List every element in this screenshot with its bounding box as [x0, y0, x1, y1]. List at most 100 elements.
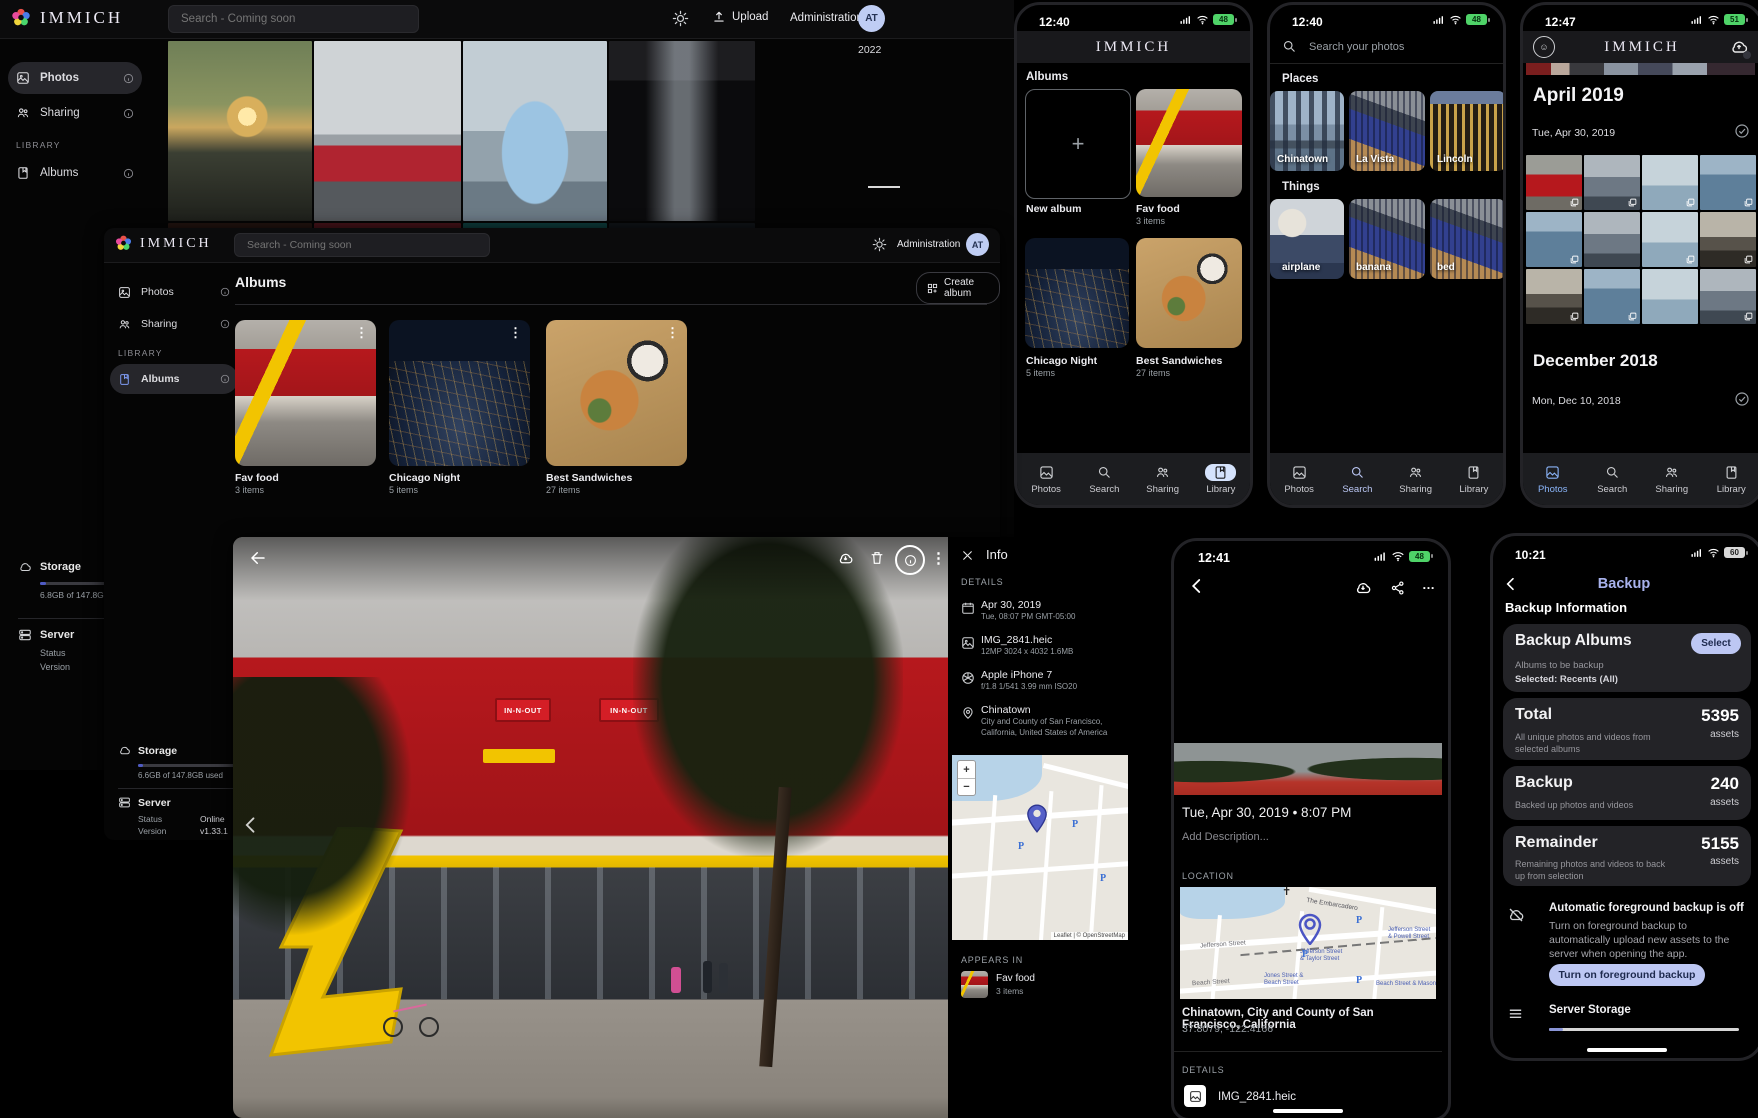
- user-avatar[interactable]: AT: [858, 5, 885, 32]
- back-chevron-icon[interactable]: [1188, 577, 1206, 595]
- nav-photos[interactable]: Photos: [1017, 453, 1075, 505]
- new-album-button[interactable]: +: [1025, 89, 1131, 199]
- place-card-lincoln[interactable]: Lincoln: [1430, 91, 1506, 171]
- info-icon[interactable]: [895, 545, 925, 575]
- album-options-icon[interactable]: ⋮: [355, 326, 368, 339]
- album-name[interactable]: Best Sandwiches: [1136, 355, 1222, 367]
- album-name[interactable]: Chicago Night: [1026, 355, 1097, 367]
- nav-photos[interactable]: Photos: [1270, 453, 1328, 505]
- sidebar-item-photos[interactable]: Photos: [8, 62, 142, 94]
- sidebar-item-photos[interactable]: Photos: [110, 278, 238, 306]
- backup-cloud-icon[interactable]: [1729, 37, 1749, 57]
- previous-photo-icon[interactable]: [241, 815, 261, 835]
- info-icon[interactable]: [123, 73, 134, 84]
- photo-thumbnail[interactable]: [1526, 155, 1582, 210]
- album-name[interactable]: Fav food: [1136, 203, 1180, 215]
- select-button[interactable]: Select: [1691, 633, 1741, 654]
- administration-link[interactable]: Administration: [897, 239, 960, 250]
- info-icon[interactable]: [220, 319, 230, 329]
- search-bar[interactable]: Search your photos: [1282, 39, 1404, 54]
- album-card-fav-food[interactable]: ⋮: [235, 320, 376, 466]
- thing-card-bed[interactable]: bed: [1430, 199, 1506, 279]
- download-cloud-icon[interactable]: [837, 550, 854, 567]
- photo-thumbnail[interactable]: [609, 41, 755, 221]
- close-icon[interactable]: [961, 549, 974, 562]
- place-card-la-vista[interactable]: La Vista: [1349, 91, 1425, 171]
- administration-link[interactable]: Administration: [790, 12, 863, 24]
- album-name[interactable]: Chicago Night: [389, 472, 460, 484]
- check-circle-icon[interactable]: [1734, 391, 1750, 407]
- nav-search[interactable]: Search: [1583, 453, 1643, 505]
- photo-thumbnail[interactable]: [1642, 269, 1698, 324]
- album-card-best-sandwiches[interactable]: [1136, 238, 1242, 348]
- check-circle-icon[interactable]: [1734, 123, 1750, 139]
- upload-button[interactable]: Upload: [712, 10, 768, 24]
- sidebar-item-albums[interactable]: Albums: [110, 364, 238, 394]
- album-card-best-sandwiches[interactable]: ⋮: [546, 320, 687, 466]
- nav-sharing[interactable]: Sharing: [1387, 453, 1445, 505]
- photo-thumbnail[interactable]: [1642, 155, 1698, 210]
- info-icon[interactable]: [123, 108, 134, 119]
- turn-on-foreground-backup-button[interactable]: Turn on foreground backup: [1549, 964, 1705, 986]
- thing-card-banana[interactable]: banana: [1349, 199, 1425, 279]
- map-zoom-controls[interactable]: + −: [957, 760, 976, 796]
- photo-thumbnail[interactable]: [1584, 269, 1640, 324]
- album-card-chicago-night[interactable]: [1025, 238, 1129, 348]
- photo-row-partial[interactable]: [1526, 63, 1755, 75]
- home-indicator[interactable]: [1273, 1109, 1343, 1113]
- user-avatar-icon[interactable]: ☺: [1533, 36, 1555, 58]
- search-input[interactable]: [234, 233, 490, 257]
- nav-sharing[interactable]: Sharing: [1642, 453, 1702, 505]
- photo-thumbnail[interactable]: [1700, 212, 1756, 267]
- appears-in-album-name[interactable]: Fav food: [996, 973, 1035, 984]
- nav-search[interactable]: Search: [1328, 453, 1386, 505]
- more-options-icon[interactable]: ⋮: [931, 551, 946, 566]
- location-map[interactable]: P P P + − Leaflet | © OpenStreetMap: [952, 755, 1128, 940]
- create-album-button[interactable]: Create album: [916, 272, 1000, 304]
- photo-thumbnail[interactable]: [168, 41, 312, 221]
- album-name[interactable]: Fav food: [235, 472, 279, 484]
- album-name[interactable]: Best Sandwiches: [546, 472, 632, 484]
- back-arrow-icon[interactable]: [249, 549, 267, 567]
- description-placeholder[interactable]: Add Description...: [1182, 831, 1269, 843]
- zoom-in-button[interactable]: +: [958, 761, 975, 779]
- info-icon[interactable]: [220, 287, 230, 297]
- immich-logo[interactable]: IMMICH: [10, 7, 123, 29]
- more-options-icon[interactable]: …: [1422, 577, 1435, 592]
- photo-thumbnail[interactable]: [1642, 212, 1698, 267]
- album-card-fav-food[interactable]: [1136, 89, 1242, 197]
- theme-toggle-sun-icon[interactable]: [672, 10, 689, 27]
- info-icon[interactable]: [123, 168, 134, 179]
- sidebar-item-sharing[interactable]: Sharing: [8, 98, 142, 128]
- location-map[interactable]: The Embarcadero Jefferson Street Jeffers…: [1180, 887, 1436, 999]
- photo-thumbnail[interactable]: [1584, 212, 1640, 267]
- nav-photos[interactable]: Photos: [1523, 453, 1583, 505]
- photo-thumbnail[interactable]: [1700, 155, 1756, 210]
- sidebar-item-albums[interactable]: Albums: [8, 158, 142, 188]
- photo-thumbnail[interactable]: [1584, 155, 1640, 210]
- photo-thumbnail[interactable]: [1700, 269, 1756, 324]
- info-icon[interactable]: [220, 374, 230, 384]
- nav-sharing[interactable]: Sharing: [1134, 453, 1192, 505]
- photo-thumbnail[interactable]: [463, 41, 607, 221]
- zoom-out-button[interactable]: −: [958, 779, 975, 795]
- photo-thumbnail[interactable]: [1526, 212, 1582, 267]
- share-icon[interactable]: [1390, 580, 1406, 596]
- download-cloud-icon[interactable]: [1354, 579, 1372, 597]
- thing-card-airplane[interactable]: airplane: [1270, 199, 1344, 279]
- album-card-chicago-night[interactable]: ⋮: [389, 320, 530, 466]
- trash-icon[interactable]: [869, 550, 885, 566]
- immich-logo[interactable]: IMMICH: [114, 234, 212, 253]
- nav-library[interactable]: Library: [1445, 453, 1503, 505]
- photo-thumbnail[interactable]: [1526, 269, 1582, 324]
- nav-search[interactable]: Search: [1075, 453, 1133, 505]
- map-attribution[interactable]: Leaflet | © OpenStreetMap: [1051, 932, 1128, 940]
- theme-toggle-sun-icon[interactable]: [872, 237, 887, 252]
- appears-in-album-thumb[interactable]: [961, 971, 988, 998]
- album-options-icon[interactable]: ⋮: [509, 326, 522, 339]
- nav-library[interactable]: Library: [1192, 453, 1250, 505]
- timeline-scrubber-handle[interactable]: [868, 186, 900, 188]
- photo-detail-image[interactable]: [1174, 743, 1442, 795]
- sidebar-item-sharing[interactable]: Sharing: [110, 310, 238, 338]
- album-options-icon[interactable]: ⋮: [666, 326, 679, 339]
